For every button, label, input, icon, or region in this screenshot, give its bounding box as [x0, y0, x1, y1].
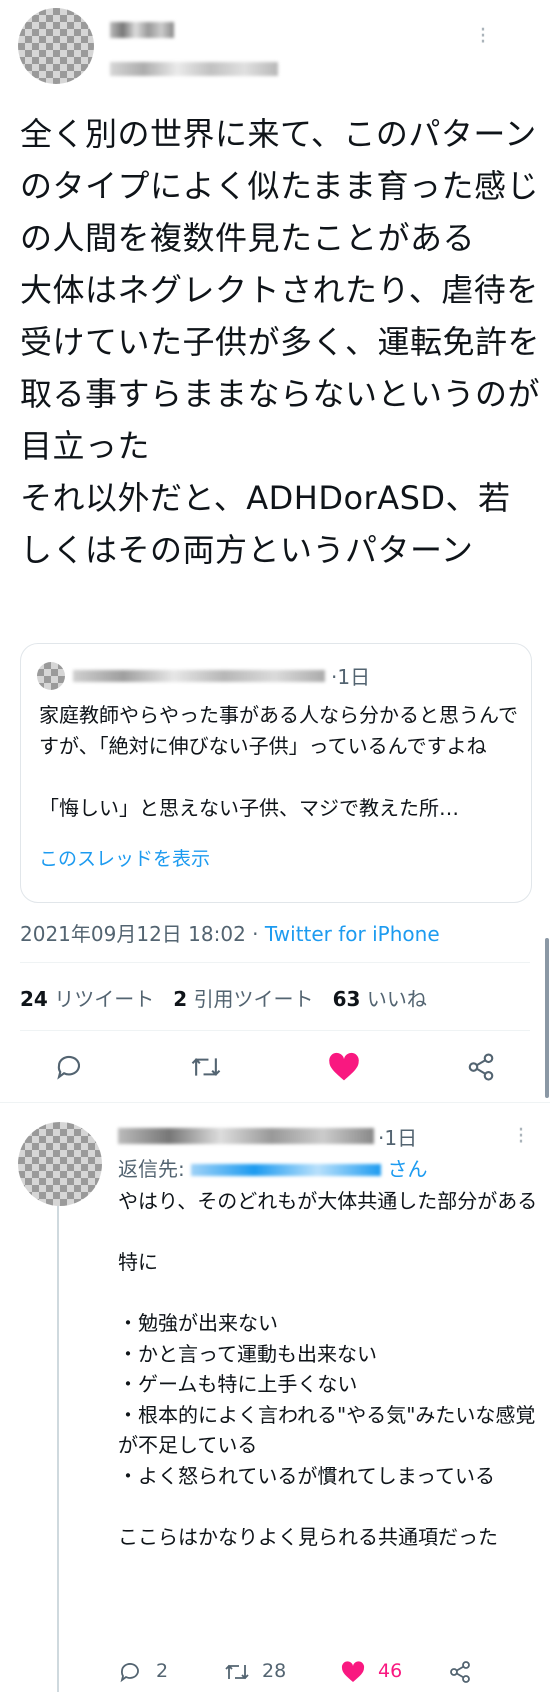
reply-to-handle-redacted[interactable]: [191, 1164, 382, 1176]
quoted-time: ·1日: [331, 665, 371, 689]
tweet-client[interactable]: Twitter for iPhone: [265, 922, 440, 946]
quoted-avatar[interactable]: [37, 662, 65, 690]
reply-heart-icon[interactable]: [340, 1661, 366, 1683]
show-thread-link[interactable]: このスレッドを表示: [39, 844, 210, 871]
meta-separator: ·: [252, 922, 259, 946]
reply-author-redacted[interactable]: [118, 1128, 374, 1144]
reply-share-icon[interactable]: [448, 1660, 472, 1684]
share-icon[interactable]: [466, 1052, 496, 1082]
quoted-body: 家庭教師やらやった事がある人なら分かると思うんですが、「絶対に伸びない子供」って…: [39, 703, 518, 820]
reply-like-count: 46: [378, 1660, 403, 1682]
retweets-stat[interactable]: 24 リツイート: [20, 987, 154, 1011]
author-name-redacted[interactable]: [110, 22, 174, 38]
reply-avatar[interactable]: [18, 1122, 102, 1206]
reply-retweet-icon[interactable]: [224, 1660, 250, 1684]
quotes-stat[interactable]: 2 引用ツイート: [173, 987, 313, 1011]
retweets-count: 24: [20, 987, 48, 1011]
reply-icon[interactable]: [54, 1052, 84, 1082]
divider-top: [20, 962, 530, 963]
reply-retweet-count: 28: [262, 1660, 287, 1682]
reply-to-prefix: 返信先:: [118, 1157, 192, 1181]
likes-label: いいね: [366, 987, 427, 1011]
quotes-count: 2: [173, 987, 188, 1011]
thread-line: [57, 1192, 59, 1692]
reply-time: ·1日: [378, 1126, 418, 1150]
quotes-label: 引用ツイート: [193, 987, 314, 1011]
more-icon[interactable]: · · ·: [478, 20, 488, 54]
reply-more-icon[interactable]: · · ·: [516, 1120, 526, 1154]
tweet-body: 全く別の世界に来て、このパターンのタイプによく似たまま育った感じの人間を複数件見…: [20, 115, 541, 569]
tweet-timestamp[interactable]: 2021年09月12日 18:02: [20, 922, 246, 946]
quoted-tweet-card[interactable]: ·1日 家庭教師やらやった事がある人なら分かると思うんですが、「絶対に伸びない子…: [20, 643, 532, 903]
heart-icon[interactable]: [328, 1052, 360, 1082]
reply-to-suffix[interactable]: さん: [387, 1157, 427, 1181]
reply-to-line: 返信先: さん: [118, 1153, 427, 1182]
author-handle-redacted[interactable]: [110, 62, 278, 76]
likes-stat[interactable]: 63 いいね: [333, 987, 427, 1011]
likes-count: 63: [332, 987, 361, 1011]
reply-body: やはり、そのどれもが大体共通した部分がある 特に ・勉強が出来ない ・かと言って…: [118, 1189, 538, 1549]
quoted-author-redacted[interactable]: [73, 670, 325, 682]
retweets-label: リツイート: [54, 987, 155, 1011]
reply-actions: 2 28 46: [118, 1658, 538, 1692]
reply-reply-count: 2: [156, 1660, 169, 1682]
tweet-stats: 24 リツイート 2 引用ツイート 63 いいね: [20, 983, 427, 1012]
tweet-meta: 2021年09月12日 18:02 · Twitter for iPhone: [20, 918, 440, 947]
scrollbar-thumb[interactable]: [545, 938, 549, 1098]
retweet-icon[interactable]: [190, 1052, 222, 1082]
reply-reply-icon[interactable]: [118, 1660, 142, 1684]
section-separator: [0, 1102, 550, 1103]
author-avatar[interactable]: [18, 8, 94, 84]
divider-mid: [20, 1030, 530, 1031]
